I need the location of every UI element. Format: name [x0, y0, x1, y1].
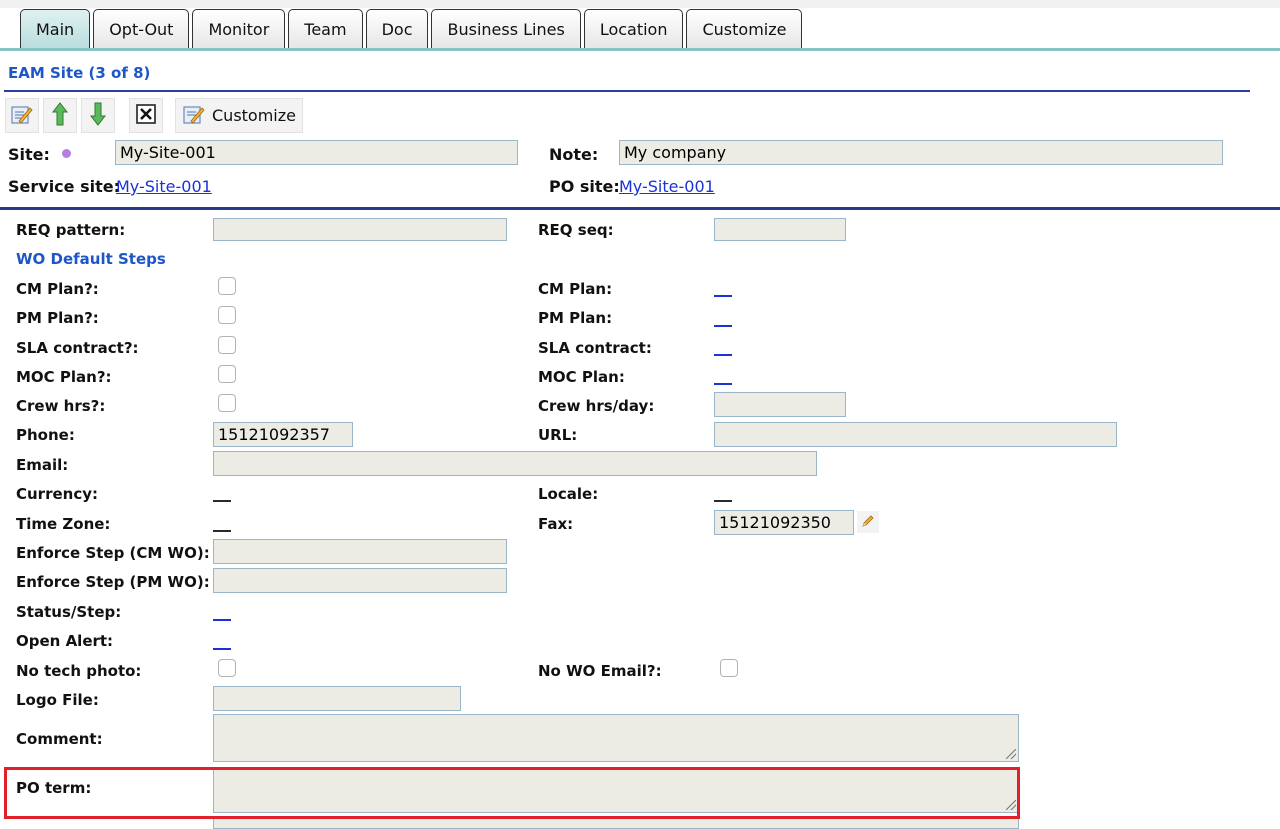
record-toolbar: Customize — [5, 97, 307, 134]
service-site-link[interactable]: My-Site-001 — [116, 177, 212, 196]
comment-textarea[interactable] — [213, 714, 1019, 762]
tab-location[interactable]: Location — [583, 9, 684, 49]
note-field[interactable]: My company — [619, 140, 1223, 165]
enforce-step-cm-label: Enforce Step (CM WO): — [16, 544, 210, 562]
fax-label: Fax: — [538, 515, 574, 533]
resize-handle-icon[interactable] — [1006, 749, 1016, 759]
logo-file-label: Logo File: — [16, 691, 99, 709]
move-down-button[interactable] — [81, 98, 115, 133]
customize-button[interactable]: Customize — [175, 98, 303, 133]
po-site-label: PO site: — [549, 177, 620, 196]
moc-plan-label: MOC Plan: — [538, 368, 625, 386]
time-zone-value[interactable] — [213, 530, 231, 532]
no-wo-email-checkbox[interactable] — [720, 659, 738, 677]
crew-hrs-day-label: Crew hrs/day: — [538, 397, 655, 415]
url-label: URL: — [538, 426, 578, 444]
currency-label: Currency: — [16, 485, 99, 503]
comment-label: Comment: — [16, 730, 103, 748]
pm-plan-link[interactable] — [714, 325, 732, 327]
open-alert-label: Open Alert: — [16, 632, 114, 650]
service-site-label: Service site: — [8, 177, 120, 196]
po-term-highlight-box — [4, 767, 1020, 819]
open-alert-link[interactable] — [213, 648, 231, 650]
pencil-icon — [861, 513, 875, 532]
tab-opt-out[interactable]: Opt-Out — [93, 9, 190, 49]
fax-edit-button[interactable] — [857, 511, 879, 533]
sla-contract-check-label: SLA contract?: — [16, 339, 139, 357]
site-status-dot — [62, 149, 71, 158]
sla-contract-checkbox[interactable] — [218, 336, 236, 354]
moc-plan-checkbox[interactable] — [218, 365, 236, 383]
tab-doc[interactable]: Doc — [365, 9, 429, 49]
tab-monitor[interactable]: Monitor — [192, 9, 286, 49]
move-up-button[interactable] — [43, 98, 77, 133]
currency-value[interactable] — [213, 500, 231, 502]
record-title: EAM Site (3 of 8) — [8, 64, 151, 82]
enforce-step-pm-label: Enforce Step (PM WO): — [16, 573, 210, 591]
window-top-strip — [0, 0, 1280, 8]
time-zone-label: Time Zone: — [16, 515, 111, 533]
fax-field[interactable]: 15121092350 — [714, 510, 854, 535]
crew-hrs-checkbox[interactable] — [218, 394, 236, 412]
close-record-button[interactable] — [129, 98, 163, 133]
edit-button[interactable] — [5, 98, 39, 133]
edit-note-icon — [10, 102, 34, 130]
no-wo-email-label: No WO Email?: — [538, 662, 662, 680]
section-divider — [0, 207, 1280, 210]
email-field[interactable] — [213, 451, 817, 476]
arrow-up-icon — [51, 101, 69, 131]
site-field[interactable]: My-Site-001 — [115, 140, 518, 165]
logo-file-field[interactable] — [213, 686, 461, 711]
tab-bar: Main Opt-Out Monitor Team Doc Business L… — [20, 9, 805, 49]
sla-contract-link[interactable] — [714, 354, 732, 356]
customize-button-label: Customize — [212, 106, 296, 125]
pm-plan-label: PM Plan: — [538, 309, 613, 327]
status-step-link[interactable] — [213, 619, 231, 621]
no-tech-photo-label: No tech photo: — [16, 662, 142, 680]
crew-hrs-check-label: Crew hrs?: — [16, 397, 106, 415]
locale-value[interactable] — [714, 500, 732, 502]
status-step-label: Status/Step: — [16, 603, 122, 621]
close-box-icon — [136, 103, 156, 128]
moc-plan-check-label: MOC Plan?: — [16, 368, 112, 386]
title-divider — [4, 90, 1250, 92]
pm-plan-check-label: PM Plan?: — [16, 309, 99, 327]
moc-plan-link[interactable] — [714, 383, 732, 385]
site-label: Site: — [8, 145, 50, 164]
req-pattern-field[interactable] — [213, 218, 507, 241]
sla-contract-label: SLA contract: — [538, 339, 652, 357]
cm-plan-checkbox[interactable] — [218, 277, 236, 295]
arrow-down-icon — [89, 101, 107, 131]
tab-customize[interactable]: Customize — [686, 9, 803, 49]
cm-plan-link[interactable] — [714, 295, 732, 297]
po-site-link[interactable]: My-Site-001 — [619, 177, 715, 196]
enforce-step-cm-field[interactable] — [213, 539, 507, 564]
phone-field[interactable]: 15121092357 — [213, 422, 353, 447]
phone-label: Phone: — [16, 426, 75, 444]
locale-label: Locale: — [538, 485, 599, 503]
pm-plan-checkbox[interactable] — [218, 306, 236, 324]
tab-business-lines[interactable]: Business Lines — [431, 9, 581, 49]
crew-hrs-day-field[interactable] — [714, 392, 846, 417]
cm-plan-check-label: CM Plan?: — [16, 280, 99, 298]
email-label: Email: — [16, 456, 69, 474]
enforce-step-pm-field[interactable] — [213, 568, 507, 593]
req-seq-label: REQ seq: — [538, 221, 614, 239]
cm-plan-label: CM Plan: — [538, 280, 613, 298]
req-seq-field[interactable] — [714, 218, 846, 241]
wo-default-steps-heading: WO Default Steps — [16, 250, 166, 268]
note-label: Note: — [549, 145, 599, 164]
req-pattern-label: REQ pattern: — [16, 221, 126, 239]
tab-team[interactable]: Team — [288, 9, 363, 49]
no-tech-photo-checkbox[interactable] — [218, 659, 236, 677]
tab-main[interactable]: Main — [20, 9, 91, 49]
customize-icon — [182, 102, 206, 130]
tab-divider — [0, 48, 1280, 51]
url-field[interactable] — [714, 422, 1117, 447]
